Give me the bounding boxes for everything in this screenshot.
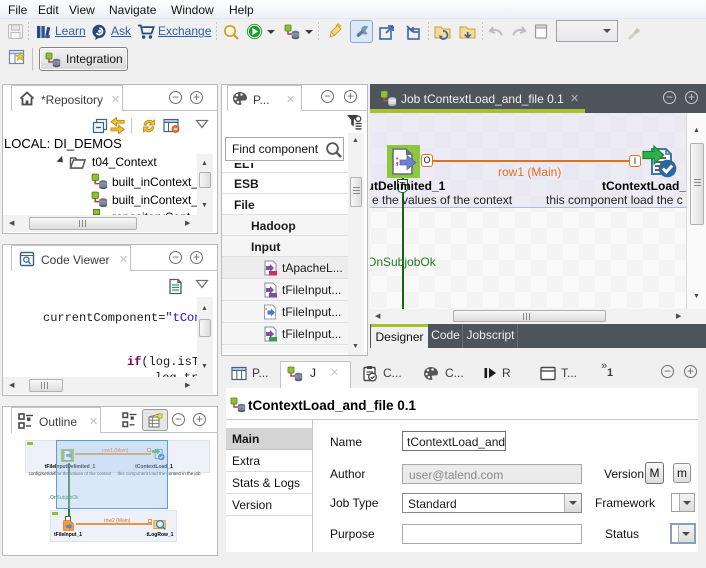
svg-text:;: ;	[395, 152, 399, 167]
